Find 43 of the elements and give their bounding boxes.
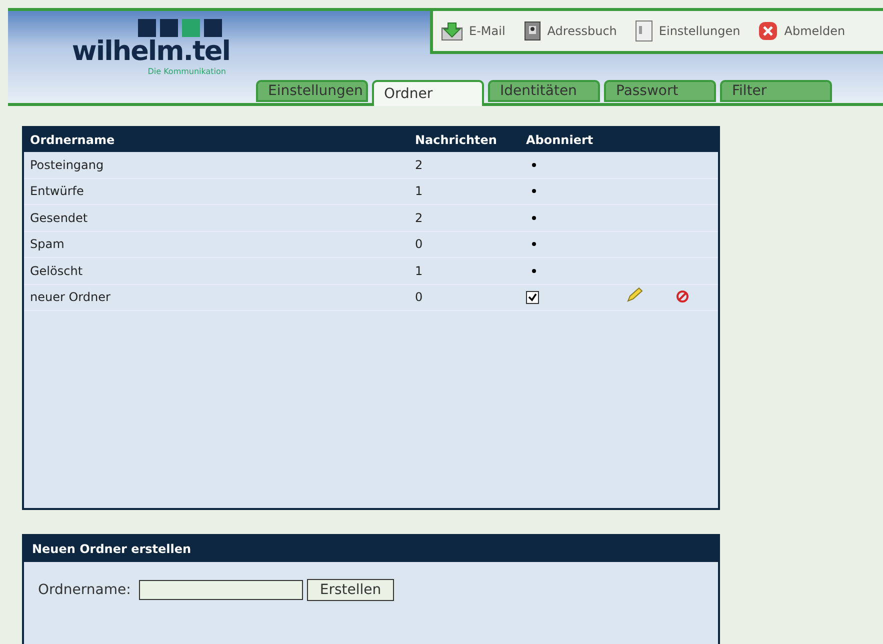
table-cell-text: neuer Ordner xyxy=(30,290,112,304)
address-book-icon xyxy=(523,21,542,41)
bullet-icon xyxy=(532,162,536,167)
bullet-icon xyxy=(532,268,536,273)
column-header: Abonniert xyxy=(526,133,594,147)
table-cell-text: 2 xyxy=(415,158,424,172)
bullet-icon xyxy=(532,242,536,246)
pencil-icon[interactable] xyxy=(626,287,644,304)
table-cell-text: Gesendet xyxy=(30,210,89,225)
table-cell-text: 0 xyxy=(415,290,424,304)
toolbar-button[interactable]: Einstellungen xyxy=(634,20,740,42)
folder-name-field[interactable] xyxy=(138,580,303,600)
logo-tagline: Die Kommunikation xyxy=(148,67,226,76)
delete-icon[interactable] xyxy=(676,290,689,303)
table-cell-text: 1 xyxy=(415,184,424,198)
logo-squares-icon xyxy=(138,19,224,37)
close-icon xyxy=(758,21,778,41)
checkbox[interactable] xyxy=(526,290,539,304)
tab[interactable]: Einstellungen xyxy=(256,80,368,102)
field-label: Ordnername: xyxy=(38,582,131,598)
column-header: Ordnername xyxy=(30,133,116,147)
toolbar-button[interactable]: Adressbuch xyxy=(523,21,617,41)
panel-icon xyxy=(634,20,653,42)
inbox-icon xyxy=(441,21,463,41)
panel-title: Neuen Ordner erstellen xyxy=(24,536,718,562)
tab[interactable]: Passwort xyxy=(604,80,716,102)
table-cell-text: Gelöscht xyxy=(30,264,84,278)
table-cell-text: 1 xyxy=(415,264,424,278)
logo-text: wilhelm.tel xyxy=(72,37,230,67)
toolbar-button[interactable]: Abmelden xyxy=(758,21,846,41)
tab[interactable]: Identitäten xyxy=(488,80,600,102)
table-cell-text: Entwürfe xyxy=(30,184,85,198)
create-button[interactable]: Erstellen xyxy=(306,579,394,601)
bullet-icon xyxy=(532,216,536,220)
table-cell-text: Posteingang xyxy=(30,158,105,172)
table-cell-text: 0 xyxy=(415,237,424,252)
tab[interactable]: Ordner xyxy=(372,80,484,106)
toolbar-button[interactable]: E-Mail xyxy=(441,21,506,41)
bullet-icon xyxy=(532,189,536,194)
tab[interactable]: Filter xyxy=(720,80,832,102)
column-header: Nachrichten xyxy=(415,133,498,147)
table-cell-text: 2 xyxy=(415,210,424,225)
table-cell-text: Spam xyxy=(30,237,66,252)
